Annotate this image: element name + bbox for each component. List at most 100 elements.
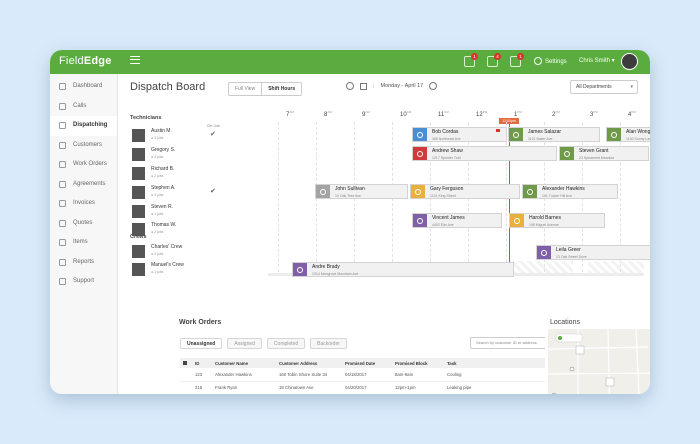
job-card[interactable]: Alan Wong1150 Sunny Lane Rd (606, 127, 650, 142)
avatar[interactable] (621, 53, 638, 70)
avatar (132, 245, 145, 258)
job-icon (541, 249, 547, 256)
job-card[interactable]: Gary Ferguson 1131 King Street (410, 184, 520, 199)
sidebar-item-reports[interactable]: Reports (50, 253, 117, 273)
clock-icon[interactable] (346, 82, 354, 90)
sidebar-nav: Dashboard Calls Dispatching Customers Work O… (50, 77, 117, 292)
user-menu[interactable]: Chris Smith ▾ (579, 57, 615, 64)
hour-suffix: PM (555, 110, 560, 114)
sidebar-item-support[interactable]: Support (50, 272, 117, 292)
column-id[interactable]: ID (192, 358, 212, 368)
job-address: 1014 Mangrove Mountain Ave (312, 271, 359, 276)
job-card[interactable]: Harold Barnes 198 Miguel Avenue (509, 213, 605, 228)
job-address: 1150 Sunny Lane Rd (626, 136, 650, 141)
sidebar-item-label: Reports (73, 258, 95, 265)
notification-icon[interactable]: 1 (510, 53, 524, 67)
sidebar-item-label: Calls (73, 102, 87, 109)
table-row[interactable]: 216 Frank Ryan 19 Chinatown Ave 04/20/2017 1… (180, 381, 587, 394)
sidebar-item-work-orders[interactable]: Work Orders (50, 155, 117, 175)
department-select[interactable]: All Departments (570, 80, 638, 94)
job-icon (417, 150, 423, 157)
map-graphic (548, 329, 650, 394)
job-status-icon (560, 147, 574, 160)
items-icon (59, 239, 66, 246)
sidebar-item-label: Dispatching (73, 122, 108, 128)
settings-button[interactable]: Settings (534, 57, 567, 65)
map-marker[interactable] (569, 366, 575, 372)
sidebar-item-quotes[interactable]: Quotes (50, 214, 117, 234)
technician-job-count: ● 1 jobs (151, 212, 164, 216)
job-customer-name: Leila Greer (556, 247, 581, 253)
job-card[interactable]: James Salazar 1121 Baker Ave (508, 127, 600, 142)
locations-map[interactable] (548, 329, 650, 394)
alert-badge: 1 (471, 53, 478, 60)
job-card[interactable]: Andrew Shaw 1217 Sprinter Trail (412, 146, 557, 161)
job-customer-name: Steven Grant (579, 148, 609, 154)
map-marker[interactable] (551, 392, 557, 394)
top-bar: FieldEdge 1 4 1 Settings Chris Smith ▾ (50, 50, 650, 74)
hour-suffix: PM (482, 110, 488, 114)
page-title: Dispatch Board (130, 81, 206, 93)
job-card[interactable]: Andre Brady 1014 Mangrove Mountain Ave (292, 262, 514, 277)
avatar (132, 129, 145, 142)
tab-backorder[interactable]: Backorder (310, 338, 347, 349)
sidebar-item-agreements[interactable]: Agreements (50, 175, 117, 195)
avatar (132, 223, 145, 236)
support-icon (59, 278, 66, 285)
flag-cell (180, 368, 192, 382)
shift-hours-button[interactable]: Shift Hours (261, 83, 302, 95)
technician-job-count: ● 2 jobs (151, 174, 164, 178)
job-status-icon (293, 263, 307, 276)
tab-assigned[interactable]: Assigned (227, 338, 262, 349)
job-card[interactable]: Steven Grant 23 Spearmint Meadow (559, 146, 649, 161)
sidebar-item-customers[interactable]: Customers (50, 136, 117, 156)
menu-icon[interactable] (130, 56, 140, 64)
job-card[interactable]: John Sullivan 10 Oak Tree Ave (315, 184, 408, 199)
sidebar-item-calls[interactable]: Calls (50, 97, 117, 117)
mail-icon[interactable]: 4 (487, 53, 501, 67)
full-view-button[interactable]: Full View (229, 83, 261, 95)
sidebar-item-dashboard[interactable]: Dashboard (50, 77, 117, 97)
map-pin[interactable] (575, 345, 585, 355)
technician-job-count: ● 2 jobs (151, 230, 164, 234)
job-customer-name: Vincent James (432, 215, 465, 221)
app-window: FieldEdge 1 4 1 Settings Chris Smith ▾ D… (50, 50, 650, 394)
job-icon (564, 150, 570, 157)
job-card[interactable]: Alexander Hawkins 161 Tucker Hill Ave (522, 184, 618, 199)
hour-suffix: AM (406, 110, 412, 114)
next-day-icon[interactable] (429, 82, 438, 90)
alert-icon[interactable]: 1 (464, 53, 478, 67)
calendar-icon[interactable] (360, 82, 367, 90)
column-promised-date[interactable]: Promised Date (342, 358, 392, 368)
hour-label: 12PM (476, 110, 487, 118)
cell-address: 160 Tobin Shore Suite 34 (276, 368, 342, 382)
hour-label: 9AM (362, 110, 370, 118)
column-customer-name[interactable]: Customer Name (212, 358, 276, 368)
locations-title: Locations (550, 319, 580, 326)
job-status-icon (510, 214, 524, 227)
job-card[interactable]: Bob Cordas 365 Northeast Ave (412, 127, 507, 142)
hour-label: 10AM (400, 110, 411, 118)
hour-gridline (278, 122, 279, 272)
fieldedge-logo[interactable]: FieldEdge (59, 55, 112, 67)
map-badge-icon (558, 336, 562, 340)
column-promised-block[interactable]: Promised Block (392, 358, 444, 368)
tab-completed[interactable]: Completed (266, 338, 306, 349)
job-card[interactable]: Vincent James 4402 Elm Ave (412, 213, 502, 228)
flag-icon (496, 129, 500, 132)
sidebar-item-label: Items (73, 239, 88, 245)
sidebar-item-invoices[interactable]: Invoices (50, 194, 117, 214)
map-pin[interactable] (605, 377, 615, 387)
gear-icon (534, 57, 542, 65)
sidebar-item-dispatching[interactable]: Dispatching (50, 116, 117, 136)
job-customer-name: Andre Brady (312, 264, 340, 270)
date-navigator: | Monday - April 17 (346, 82, 438, 90)
tab-unassigned[interactable]: Unassigned (180, 338, 223, 349)
column-customer-address[interactable]: Customer Address (276, 358, 342, 368)
avatar (132, 167, 145, 180)
job-card[interactable]: Leila Greer 23 Oak Street Drive (536, 245, 650, 260)
job-address: 23 Oak Street Drive (556, 254, 587, 259)
cell-id: 216 (192, 381, 212, 394)
sidebar-item-items[interactable]: Items (50, 233, 117, 253)
table-row[interactable]: 123 Alexander Hawkins 160 Tobin Shore Suit… (180, 368, 587, 382)
